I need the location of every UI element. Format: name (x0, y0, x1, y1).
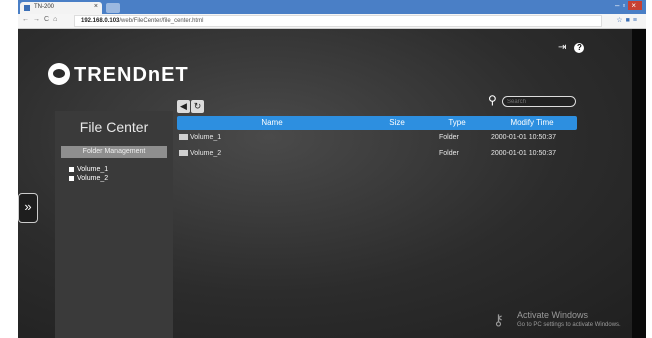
tab-bar: TN-200 × –▫ × (18, 0, 646, 14)
tab-title: TN-200 (34, 4, 55, 10)
window-controls: –▫ × (615, 1, 642, 10)
col-type[interactable]: Type (427, 118, 487, 127)
col-size[interactable]: Size (367, 118, 427, 127)
top-icons: ⇥? (558, 42, 592, 53)
panel-title: File Center (79, 119, 149, 135)
menu-icon[interactable]: ≡ (633, 17, 640, 24)
file-center-app: ⇥? TRENDnET File Center Folder Managemen… (18, 29, 646, 338)
table-header: Name Size Type Modify Time (177, 116, 577, 130)
tree-node-volume-2[interactable]: Volume_2 (69, 175, 108, 182)
back-folder-button[interactable]: ◀ (177, 100, 190, 113)
nav-buttons: ←→C⌂ (22, 16, 61, 23)
folder-icon (179, 134, 188, 141)
side-panel: File Center Folder Management Volume_1 V… (55, 111, 173, 338)
file-type: Folder (439, 134, 459, 141)
expand-sidebar-button[interactable]: » (18, 193, 38, 223)
expand-node-icon[interactable] (69, 175, 74, 181)
file-table: Name Size Type Modify Time Volume_1 Fold… (177, 116, 577, 162)
toolbar: ◀ ↻ (177, 96, 205, 114)
folder-tree: Volume_1 Volume_2 (69, 166, 108, 184)
watermark-line-2: Go to PC settings to activate Windows. (517, 322, 621, 328)
url-input[interactable]: 192.168.0.103/web/FileCenter/file_center… (74, 15, 602, 27)
reload-icon[interactable]: C (44, 16, 53, 23)
refresh-button[interactable]: ↻ (191, 100, 204, 113)
file-name[interactable]: Volume_2 (179, 150, 221, 157)
col-modify-time[interactable]: Modify Time (487, 118, 577, 127)
extension-icon[interactable]: ■ (626, 17, 633, 24)
search-input[interactable] (502, 96, 576, 107)
file-modified: 2000-01-01 10:50:37 (491, 150, 556, 157)
file-name[interactable]: Volume_1 (179, 134, 221, 141)
right-edge-bar (632, 29, 646, 338)
forward-icon[interactable]: → (33, 16, 44, 23)
file-type: Folder (439, 150, 459, 157)
search-icon: ⚲ (488, 93, 497, 107)
browser-tab[interactable]: TN-200 × (20, 2, 102, 14)
logo-mark-icon (48, 63, 70, 85)
close-tab-icon[interactable]: × (94, 3, 98, 10)
folder-icon (179, 150, 188, 157)
address-bar: ←→C⌂ 192.168.0.103/web/FileCenter/file_c… (18, 14, 646, 29)
back-icon[interactable]: ← (22, 16, 33, 23)
logo-text: TRENDnET (74, 64, 189, 86)
folder-management-header[interactable]: Folder Management (61, 146, 167, 158)
favicon-icon (24, 5, 30, 11)
browser-window: TN-200 × –▫ × ←→C⌂ 192.168.0.103/web/File… (18, 0, 646, 338)
bookmark-star-icon[interactable]: ☆ (616, 17, 625, 24)
expand-node-icon[interactable] (69, 166, 74, 172)
extension-icons: ☆■≡ (616, 16, 640, 24)
table-row[interactable]: Volume_2 Folder 2000-01-01 10:50:37 (177, 146, 577, 162)
tree-node-volume-1[interactable]: Volume_1 (69, 166, 108, 173)
help-icon[interactable]: ? (574, 43, 585, 53)
key-icon: ⚷ (493, 312, 504, 329)
file-modified: 2000-01-01 10:50:37 (491, 134, 556, 141)
new-tab-button[interactable] (106, 3, 120, 13)
home-icon[interactable]: ⌂ (53, 16, 61, 23)
logout-icon[interactable]: ⇥ (558, 42, 566, 53)
col-name[interactable]: Name (177, 118, 367, 127)
close-window-icon[interactable]: × (628, 1, 642, 10)
table-row[interactable]: Volume_1 Folder 2000-01-01 10:50:37 (177, 130, 577, 146)
watermark-line-1: Activate Windows (517, 310, 589, 320)
